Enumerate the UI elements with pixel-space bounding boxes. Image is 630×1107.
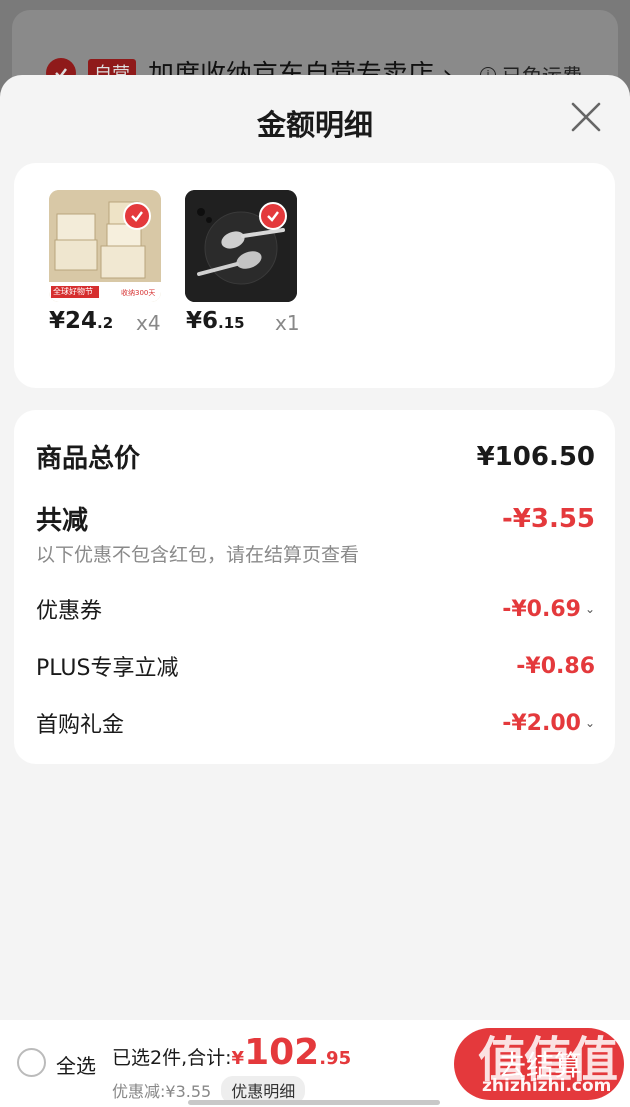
site-watermark: 值值值 zhizhizhi.com xyxy=(478,1020,628,1106)
discount-total-row: 共减 -¥3.55 xyxy=(36,500,595,537)
first-purchase-value: -¥2.00 xyxy=(502,710,581,736)
product-item[interactable] xyxy=(185,190,297,302)
discount-total-value: -¥3.55 xyxy=(501,503,595,534)
plus-discount-label: PLUS专享立减 xyxy=(36,656,179,681)
total-price-label: 商品总价 xyxy=(36,444,141,474)
product-quantity: x1 xyxy=(275,311,300,335)
select-all-radio[interactable] xyxy=(17,1048,46,1077)
product-image[interactable] xyxy=(185,190,297,302)
coupon-row[interactable]: 优惠券 -¥0.69 ⌄ xyxy=(36,593,595,625)
product-thumb-label: 全球好物节 xyxy=(53,287,93,296)
chevron-down-icon[interactable]: ⌄ xyxy=(585,602,595,616)
total-decimal: .95 xyxy=(319,1048,352,1069)
watermark-url: zhizhizhi.com xyxy=(482,1076,612,1096)
total-amount: 102 xyxy=(244,1032,320,1073)
amount-detail-sheet: 金额明细 全球好物节 收纳300天 ¥24 .2 x4 ¥6 .15 x1 商品… xyxy=(0,75,630,1107)
product-price: ¥24.2 xyxy=(49,308,114,334)
item-checked-icon[interactable] xyxy=(123,202,151,230)
plus-discount-value: -¥0.86 xyxy=(516,653,595,679)
products-card: 全球好物节 收纳300天 ¥24.2 x4 ¥6 .15 x1 xyxy=(14,163,615,388)
product-price: ¥6.15 xyxy=(186,308,245,334)
coupon-value: -¥0.69 xyxy=(502,596,581,622)
item-checked-icon[interactable] xyxy=(259,202,287,230)
total-price-row: 商品总价 ¥106.50 xyxy=(36,438,595,475)
price-summary-card: 商品总价 ¥106.50 共减 -¥3.55 以下优惠不包含红包，请在结算页查看… xyxy=(14,410,615,764)
select-all-label[interactable]: 全选 xyxy=(56,1050,96,1079)
discount-note: 以下优惠不包含红包，请在结算页查看 xyxy=(36,544,360,566)
total-price-value: ¥106.50 xyxy=(476,441,595,472)
home-indicator xyxy=(188,1100,440,1105)
product-image[interactable]: 全球好物节 收纳300天 xyxy=(49,190,161,302)
selection-total: 已选2件,合计: ¥ 102 .95 xyxy=(112,1032,351,1073)
discount-summary: 优惠减:¥3.55 xyxy=(112,1082,212,1101)
sheet-title: 金额明细 xyxy=(256,108,373,142)
product-item[interactable]: 全球好物节 收纳300天 xyxy=(49,190,161,302)
first-purchase-row[interactable]: 首购礼金 -¥2.00 ⌄ xyxy=(36,707,595,739)
first-purchase-label: 首购礼金 xyxy=(36,713,125,738)
total-currency: ¥ xyxy=(231,1048,245,1069)
plus-discount-row: PLUS专享立减 -¥0.86 xyxy=(36,650,595,682)
selected-count: 已选2件,合计: xyxy=(112,1047,232,1069)
coupon-label: 优惠券 xyxy=(36,599,103,624)
chevron-down-icon[interactable]: ⌄ xyxy=(585,716,595,730)
discount-total-label: 共减 xyxy=(36,506,89,536)
product-quantity: x4 xyxy=(136,311,161,335)
close-icon[interactable] xyxy=(568,99,604,135)
product-thumb-badge: 收纳300天 xyxy=(121,289,156,297)
